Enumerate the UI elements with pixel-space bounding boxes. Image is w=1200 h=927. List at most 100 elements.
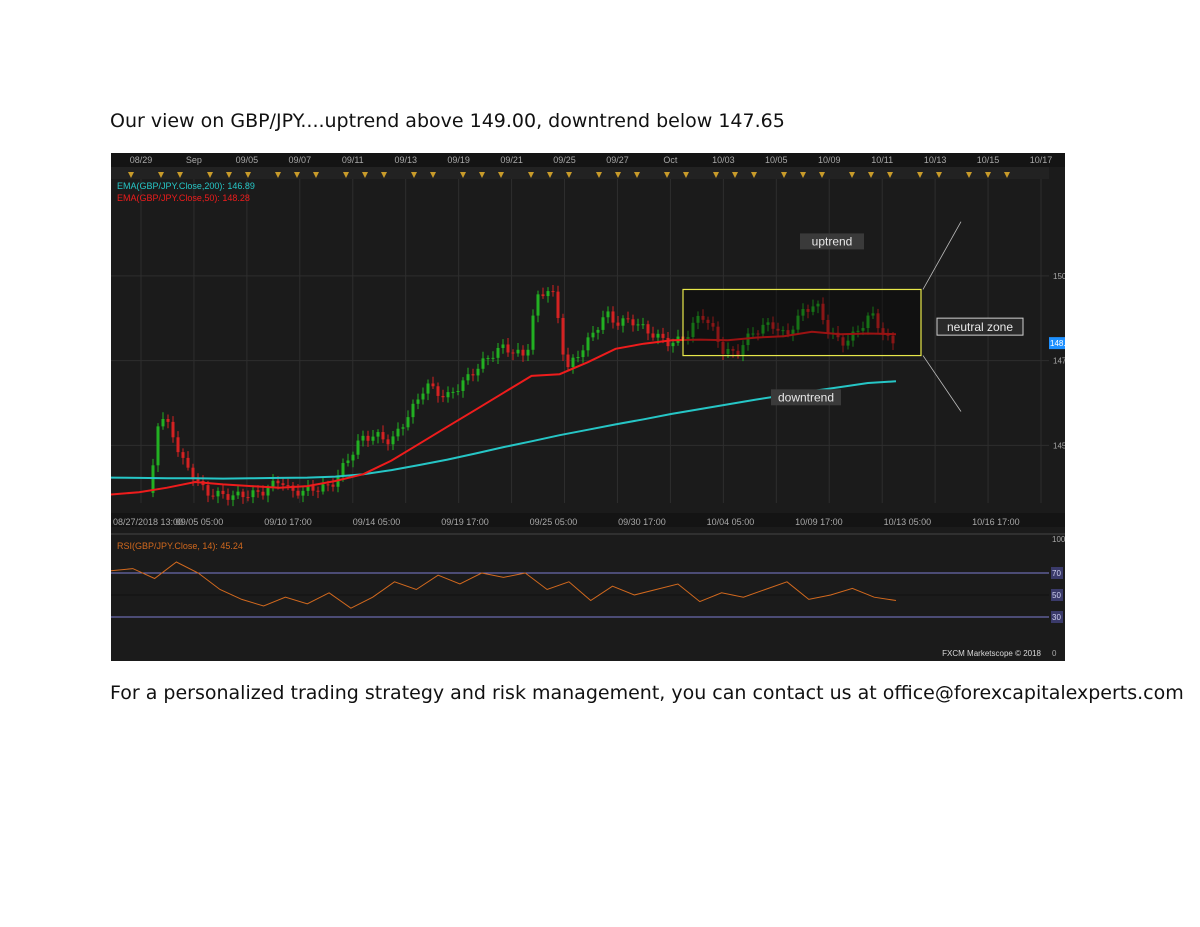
candle-body[interactable] <box>281 483 285 486</box>
candle-body[interactable] <box>221 490 225 495</box>
candle-body[interactable] <box>321 484 325 492</box>
candle-body[interactable] <box>331 484 335 487</box>
candle-body[interactable] <box>181 452 185 458</box>
candle-body[interactable] <box>411 403 415 418</box>
candle-body[interactable] <box>571 357 575 368</box>
candle-body[interactable] <box>656 333 660 338</box>
candle-body[interactable] <box>441 395 445 398</box>
candle-body[interactable] <box>361 435 365 441</box>
neutral-zone-box[interactable] <box>682 288 922 357</box>
candle-body[interactable] <box>616 322 620 326</box>
candle-body[interactable] <box>556 291 560 318</box>
candle-body[interactable] <box>561 317 565 355</box>
candle-body[interactable] <box>286 485 290 487</box>
candle-body[interactable] <box>276 480 280 484</box>
candle-body[interactable] <box>186 457 190 468</box>
candle-body[interactable] <box>461 380 465 391</box>
candle-body[interactable] <box>631 319 635 326</box>
candle-body[interactable] <box>471 374 475 376</box>
candle-body[interactable] <box>476 368 480 376</box>
candle-body[interactable] <box>421 393 425 400</box>
candle-body[interactable] <box>666 337 670 347</box>
candle-body[interactable] <box>531 315 535 350</box>
candle-body[interactable] <box>511 352 515 354</box>
candle-body[interactable] <box>601 317 605 330</box>
candle-body[interactable] <box>256 490 260 492</box>
candle-body[interactable] <box>491 357 495 359</box>
candle-body[interactable] <box>196 479 200 482</box>
candle-body[interactable] <box>386 439 390 445</box>
candle-body[interactable] <box>496 347 500 358</box>
candle-body[interactable] <box>236 491 240 496</box>
candle-body[interactable] <box>566 354 570 368</box>
candle-body[interactable] <box>606 311 610 318</box>
candle-body[interactable] <box>231 495 235 500</box>
candle-body[interactable] <box>211 495 215 497</box>
candle-body[interactable] <box>171 421 175 438</box>
candle-body[interactable] <box>161 419 165 427</box>
candle-body[interactable] <box>371 436 375 441</box>
candle-body[interactable] <box>311 485 315 491</box>
candle-body[interactable] <box>301 490 305 496</box>
candle-body[interactable] <box>581 350 585 358</box>
candle-body[interactable] <box>646 324 650 334</box>
candle-body[interactable] <box>551 291 555 293</box>
candle-body[interactable] <box>546 291 550 297</box>
candle-body[interactable] <box>241 491 245 498</box>
candle-body[interactable] <box>406 417 410 428</box>
candle-body[interactable] <box>596 329 600 333</box>
candle-body[interactable] <box>381 432 385 440</box>
candle-body[interactable] <box>651 333 655 338</box>
candlestick-chart[interactable]: 08/29 Sep 09/05 09/07 09/11 09/13 09/19 09/21 09… <box>111 153 1065 661</box>
candle-body[interactable] <box>661 333 665 338</box>
candle-body[interactable] <box>416 399 420 404</box>
candle-body[interactable] <box>206 485 210 496</box>
candle-body[interactable] <box>501 344 505 348</box>
candle-body[interactable] <box>671 342 675 347</box>
candle-body[interactable] <box>346 460 350 464</box>
candle-body[interactable] <box>576 357 580 359</box>
candle-body[interactable] <box>436 386 440 396</box>
candle-body[interactable] <box>456 390 460 392</box>
candle-body[interactable] <box>516 349 520 354</box>
candle-body[interactable] <box>526 349 530 356</box>
candle-body[interactable] <box>626 318 630 320</box>
candle-body[interactable] <box>316 490 320 492</box>
candle-body[interactable] <box>366 435 370 441</box>
candle-body[interactable] <box>251 490 255 498</box>
candle-body[interactable] <box>341 463 345 476</box>
candle-body[interactable] <box>226 494 230 500</box>
candle-body[interactable] <box>486 358 490 360</box>
candle-body[interactable] <box>541 294 545 297</box>
candle-body[interactable] <box>216 490 220 497</box>
candle-body[interactable] <box>261 491 265 496</box>
candle-body[interactable] <box>506 344 510 353</box>
candle-body[interactable] <box>481 358 485 369</box>
candle-body[interactable] <box>296 490 300 496</box>
candle-body[interactable] <box>611 311 615 323</box>
candle-body[interactable] <box>391 436 395 445</box>
candle-body[interactable] <box>426 383 430 394</box>
candle-body[interactable] <box>466 374 470 381</box>
candle-body[interactable] <box>156 426 160 466</box>
candle-body[interactable] <box>396 428 400 437</box>
candle-body[interactable] <box>351 454 355 461</box>
candle-body[interactable] <box>326 484 330 486</box>
candle-body[interactable] <box>521 349 525 356</box>
candle-body[interactable] <box>636 324 640 326</box>
candle-body[interactable] <box>451 391 455 393</box>
candle-body[interactable] <box>536 294 540 316</box>
candle-body[interactable] <box>446 392 450 398</box>
candle-body[interactable] <box>176 437 180 453</box>
candle-body[interactable] <box>431 383 435 387</box>
candle-body[interactable] <box>401 427 405 429</box>
candle-body[interactable] <box>356 440 360 455</box>
candle-body[interactable] <box>641 324 645 326</box>
candle-body[interactable] <box>246 497 250 499</box>
candle-body[interactable] <box>266 487 270 496</box>
candle-body[interactable] <box>586 337 590 351</box>
candle-body[interactable] <box>621 318 625 326</box>
candle-body[interactable] <box>376 432 380 437</box>
chart-panel[interactable]: 08/29 Sep 09/05 09/07 09/11 09/13 09/19 09/21 09… <box>111 153 1065 661</box>
candle-body[interactable] <box>166 419 170 422</box>
